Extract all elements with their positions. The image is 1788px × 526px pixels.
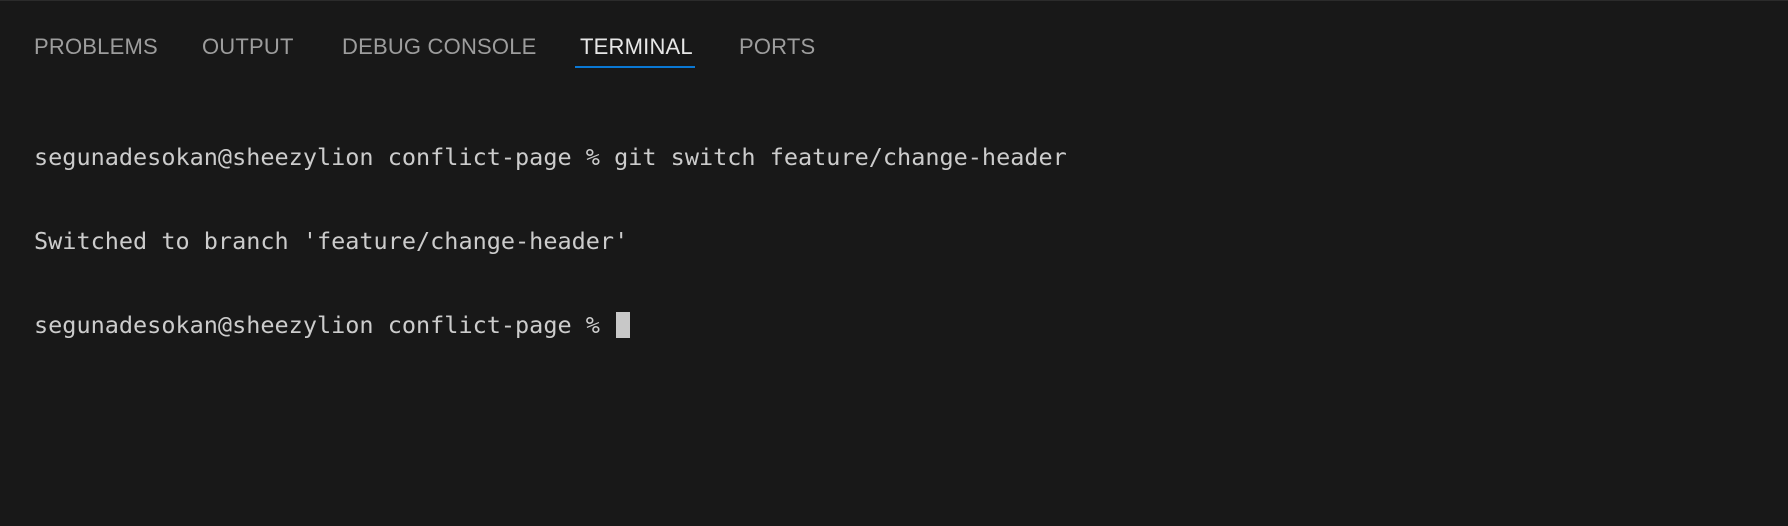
tab-terminal[interactable]: TERMINAL	[580, 34, 693, 60]
tab-debug-console[interactable]: DEBUG CONSOLE	[342, 34, 537, 60]
terminal-prompt-line: segunadesokan@sheezylion conflict-page %	[34, 311, 1067, 339]
tab-problems[interactable]: PROBLEMS	[34, 34, 158, 60]
terminal-output[interactable]: segunadesokan@sheezylion conflict-page %…	[34, 87, 1067, 395]
terminal-line: segunadesokan@sheezylion conflict-page %…	[34, 143, 1067, 171]
terminal-line: Switched to branch 'feature/change-heade…	[34, 227, 629, 255]
tab-output[interactable]: OUTPUT	[202, 34, 294, 60]
terminal-prompt: segunadesokan@sheezylion conflict-page %	[34, 311, 615, 339]
bottom-panel: PROBLEMS OUTPUT DEBUG CONSOLE TERMINAL P…	[0, 0, 1788, 526]
panel-tab-bar: PROBLEMS OUTPUT DEBUG CONSOLE TERMINAL P…	[0, 1, 1788, 68]
active-tab-indicator	[575, 66, 695, 68]
terminal-cursor	[616, 312, 631, 338]
tab-ports[interactable]: PORTS	[739, 34, 815, 60]
